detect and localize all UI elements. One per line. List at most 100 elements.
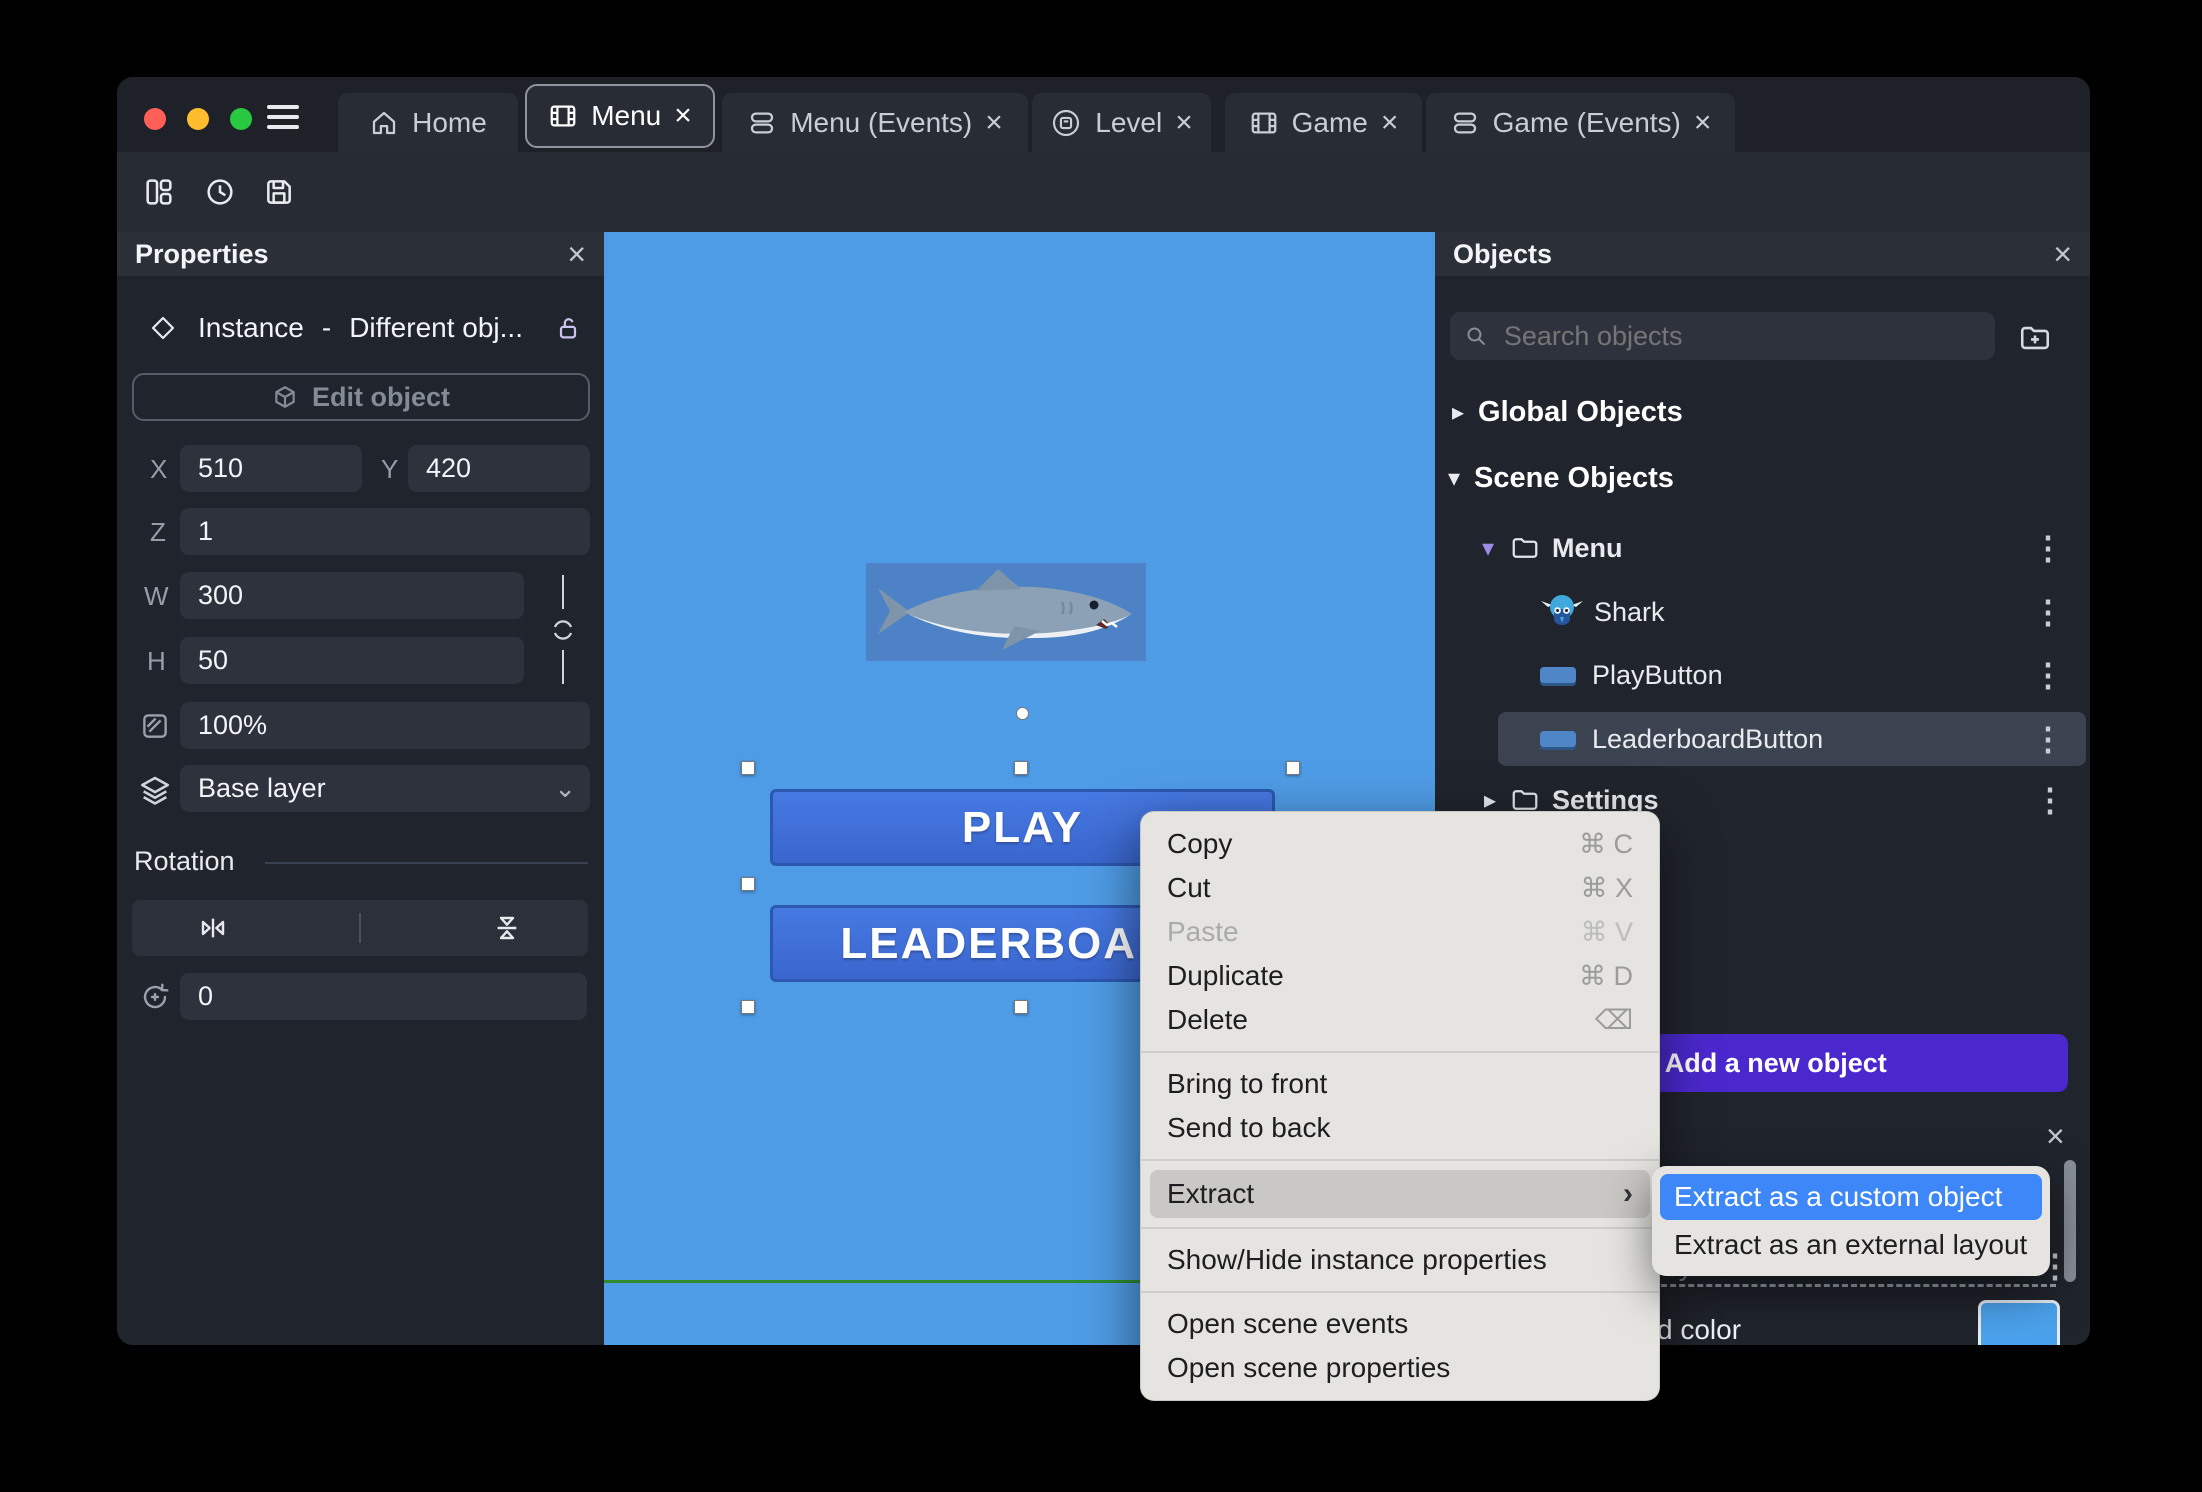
events-sheet-icon bbox=[751, 112, 774, 133]
h-label: H bbox=[147, 646, 166, 676]
tab-close-icon[interactable]: × bbox=[1381, 107, 1399, 138]
submenu-arrow-icon: › bbox=[1623, 1177, 1633, 1210]
hamburger-menu-icon[interactable] bbox=[267, 99, 299, 135]
tab-label: Home bbox=[412, 106, 487, 138]
link-width-height-icon[interactable] bbox=[549, 616, 577, 644]
selection-handle[interactable] bbox=[741, 877, 755, 891]
rotate-handle[interactable] bbox=[1016, 707, 1029, 720]
opacity-icon bbox=[143, 714, 167, 738]
instance-row: Instance - Different obj... bbox=[150, 306, 582, 350]
color-swatch[interactable] bbox=[1978, 1300, 2060, 1345]
history-clock-icon[interactable] bbox=[200, 168, 240, 216]
z-input[interactable] bbox=[180, 508, 590, 555]
menu-item-open-scene-properties[interactable]: Open scene properties bbox=[1141, 1346, 1659, 1390]
scene-objects-row[interactable]: ▾ Scene Objects bbox=[1448, 462, 1674, 495]
menu-item-cut[interactable]: Cut ⌘ X bbox=[1141, 866, 1659, 910]
backspace-icon: ⌫ bbox=[1594, 1004, 1633, 1035]
chevron-down-icon: ⌄ bbox=[554, 772, 576, 803]
flip-vertical-icon[interactable] bbox=[491, 912, 523, 944]
kebab-menu-icon[interactable]: ⋮ bbox=[2032, 532, 2064, 564]
submenu-item-extract-external-layout[interactable]: Extract as an external layout bbox=[1660, 1222, 2042, 1268]
submenu-item-extract-custom-object[interactable]: Extract as a custom object bbox=[1660, 1174, 2042, 1220]
tab-label: Menu (Events) bbox=[790, 106, 973, 138]
h-input[interactable] bbox=[180, 637, 524, 684]
close-icon[interactable]: × bbox=[567, 238, 586, 270]
traffic-light-close[interactable] bbox=[144, 108, 166, 130]
flip-horizontal-icon[interactable] bbox=[197, 912, 229, 944]
menu-item-label: Show/Hide instance properties bbox=[1167, 1244, 1547, 1275]
chevron-right-icon: ▸ bbox=[1452, 399, 1465, 426]
traffic-light-zoom[interactable] bbox=[230, 108, 252, 130]
add-folder-icon[interactable] bbox=[2018, 321, 2052, 355]
object-label: Shark bbox=[1594, 596, 1665, 627]
kebab-menu-icon[interactable]: ⋮ bbox=[2032, 659, 2064, 691]
y-label: Y bbox=[381, 454, 399, 484]
chevron-down-icon: ▾ bbox=[1448, 465, 1461, 492]
edit-object-button[interactable]: Edit object bbox=[132, 373, 590, 421]
tab-close-icon[interactable]: × bbox=[985, 107, 1003, 138]
object-row-leaderboardbutton[interactable]: LeaderboardButton ⋮ bbox=[1498, 712, 2086, 766]
menu-item-copy[interactable]: Copy ⌘ C bbox=[1141, 822, 1659, 866]
rotation-title: Rotation bbox=[134, 846, 235, 876]
scrollbar[interactable] bbox=[2064, 1160, 2076, 1282]
traffic-light-minimize[interactable] bbox=[187, 108, 209, 130]
kebab-menu-icon[interactable]: ⋮ bbox=[2032, 596, 2064, 628]
menu-item-label: Cut bbox=[1167, 872, 1211, 903]
layout-panels-icon[interactable] bbox=[139, 168, 179, 216]
layer-select[interactable]: Base layer ⌄ bbox=[180, 765, 590, 812]
menu-item-extract[interactable]: Extract › bbox=[1150, 1170, 1650, 1218]
tab-close-icon[interactable]: × bbox=[1694, 107, 1712, 138]
menu-item-bring-to-front[interactable]: Bring to front bbox=[1141, 1062, 1659, 1106]
global-objects-row[interactable]: ▸ Global Objects bbox=[1452, 396, 1683, 429]
folder-row-menu[interactable]: ▾ Menu ⋮ bbox=[1482, 526, 2072, 570]
kebab-menu-icon[interactable]: ⋮ bbox=[2034, 784, 2066, 816]
scene-icon bbox=[1251, 112, 1276, 133]
selection-handle[interactable] bbox=[1286, 761, 1300, 775]
menu-item-delete[interactable]: Delete ⌫ bbox=[1141, 998, 1659, 1042]
menu-item-label: Delete bbox=[1167, 1004, 1248, 1035]
selection-handle[interactable] bbox=[741, 1000, 755, 1014]
close-icon[interactable]: × bbox=[2053, 238, 2072, 270]
close-icon[interactable]: × bbox=[2046, 1118, 2065, 1155]
divider bbox=[1141, 1291, 1659, 1293]
menu-item-paste[interactable]: Paste ⌘ V bbox=[1141, 910, 1659, 954]
y-input[interactable] bbox=[408, 445, 590, 492]
menu-item-show-hide-instance-properties[interactable]: Show/Hide instance properties bbox=[1141, 1238, 1659, 1282]
menu-item-label: Send to back bbox=[1167, 1112, 1331, 1143]
tab-close-icon[interactable]: × bbox=[1175, 107, 1193, 138]
z-label: Z bbox=[150, 517, 166, 547]
unlock-icon[interactable] bbox=[554, 314, 582, 342]
menu-item-send-to-back[interactable]: Send to back bbox=[1141, 1106, 1659, 1150]
properties-panel: Properties × Instance - Different obj...… bbox=[117, 232, 604, 1345]
tab-level[interactable]: Level × bbox=[1032, 93, 1211, 152]
kebab-menu-icon[interactable]: ⋮ bbox=[2032, 723, 2064, 755]
tab-menu-events[interactable]: Menu (Events) × bbox=[722, 93, 1028, 152]
menu-item-label: Extract as a custom object bbox=[1674, 1181, 2003, 1212]
tab-menu[interactable]: Menu × bbox=[525, 84, 715, 148]
search-box[interactable] bbox=[1450, 312, 1995, 360]
save-icon[interactable] bbox=[259, 168, 299, 216]
search-input[interactable] bbox=[1501, 319, 1981, 353]
divider bbox=[1141, 1227, 1659, 1229]
tab-game-events[interactable]: Game (Events) × bbox=[1426, 93, 1735, 152]
external-layout-icon bbox=[1053, 109, 1080, 136]
menu-item-open-scene-events[interactable]: Open scene events bbox=[1141, 1302, 1659, 1346]
link-line bbox=[562, 650, 564, 684]
selection-handle[interactable] bbox=[1014, 1000, 1028, 1014]
tab-close-icon[interactable]: × bbox=[674, 101, 692, 131]
shark-sprite[interactable] bbox=[866, 563, 1146, 661]
rotation-input[interactable] bbox=[180, 973, 587, 1020]
tab-home[interactable]: Home bbox=[338, 93, 518, 152]
button-object-icon bbox=[1540, 731, 1576, 747]
object-row-shark[interactable]: Shark ⋮ bbox=[1540, 584, 2072, 640]
opacity-input[interactable] bbox=[180, 702, 590, 749]
tab-game[interactable]: Game × bbox=[1225, 93, 1422, 152]
selection-handle[interactable] bbox=[1014, 761, 1028, 775]
link-line bbox=[562, 575, 564, 609]
x-input[interactable] bbox=[180, 445, 362, 492]
selection-handle[interactable] bbox=[741, 761, 755, 775]
home-icon bbox=[373, 111, 396, 134]
w-input[interactable] bbox=[180, 572, 524, 619]
menu-item-duplicate[interactable]: Duplicate ⌘ D bbox=[1141, 954, 1659, 998]
object-row-playbutton[interactable]: PlayButton ⋮ bbox=[1540, 650, 2072, 700]
